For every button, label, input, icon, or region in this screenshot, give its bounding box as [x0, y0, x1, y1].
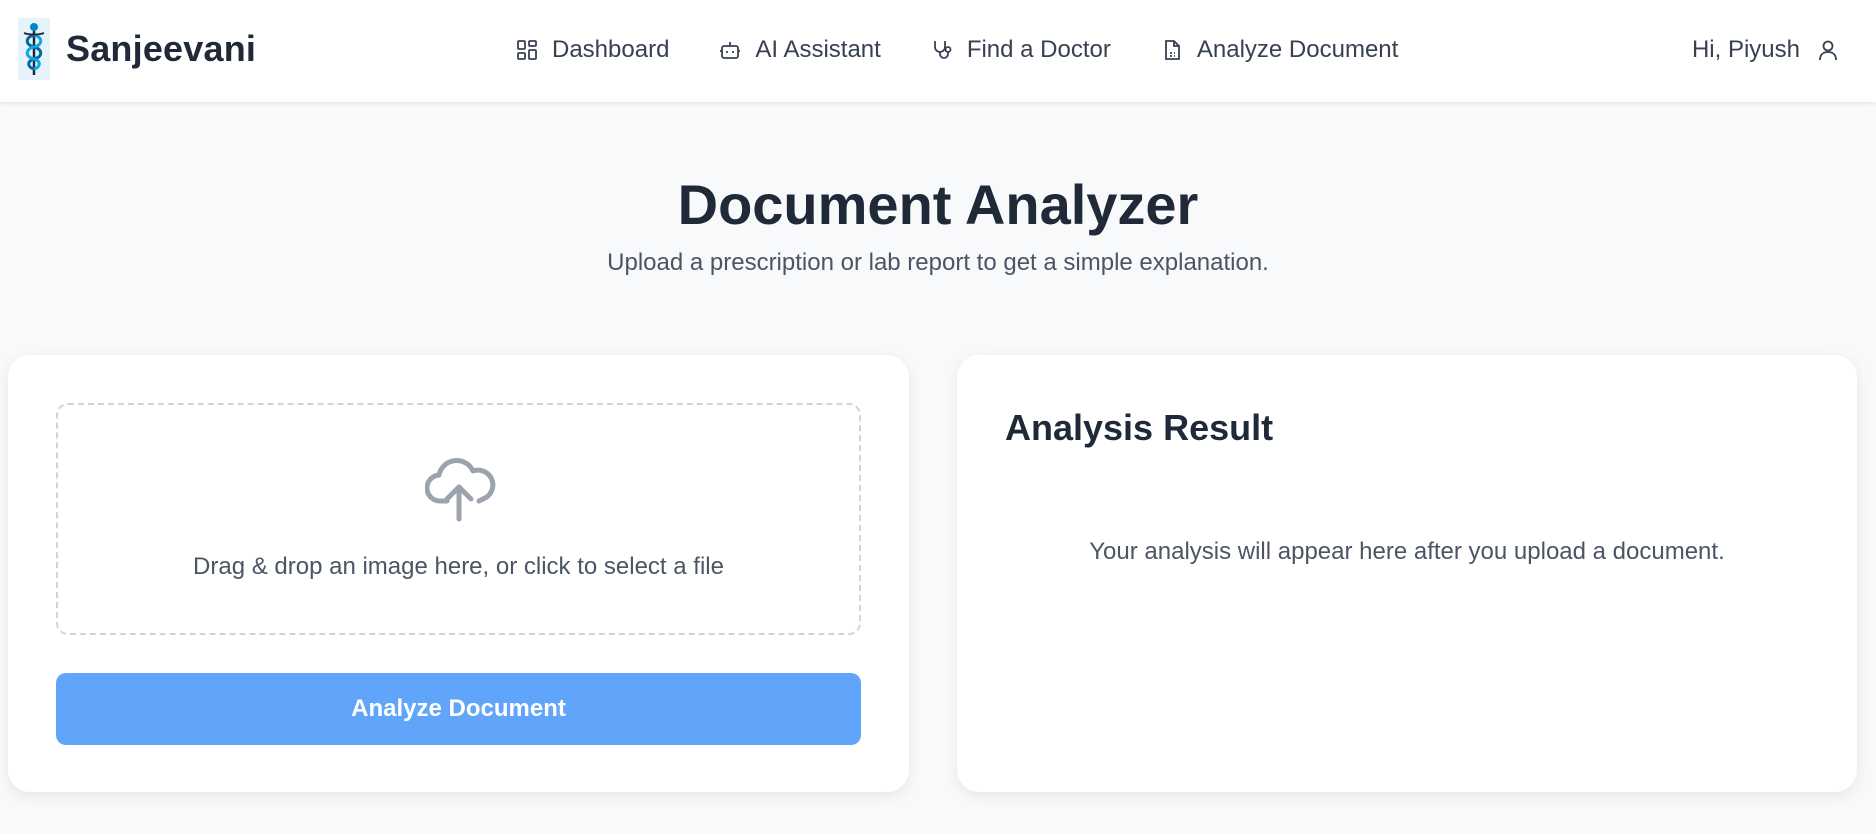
page-title: Document Analyzer [677, 173, 1199, 236]
cloud-upload-icon [424, 457, 497, 523]
user-greeting: Hi, Piyush [1691, 36, 1800, 63]
nav-item-dashboard[interactable]: Dashboard [514, 30, 669, 70]
file-dropzone[interactable]: Drag & drop an image here, or click to s… [56, 403, 861, 635]
grid-icon [514, 37, 540, 63]
dropzone-text: Drag & drop an image here, or click to s… [193, 553, 724, 580]
stethoscope-icon [929, 37, 955, 63]
nav-item-find-doctor[interactable]: Find a Doctor [929, 30, 1111, 70]
caduceus-icon [18, 18, 50, 80]
document-icon [1159, 37, 1185, 63]
top-navbar: Sanjeevani Dashboard AI Assistant Find a… [0, 0, 1876, 102]
nav-item-label: Find a Doctor [966, 36, 1111, 63]
user-icon [1814, 36, 1842, 64]
brand[interactable]: Sanjeevani [18, 18, 256, 80]
result-placeholder: Your analysis will appear here after you… [1089, 538, 1725, 565]
page-subtitle: Upload a prescription or lab report to g… [607, 249, 1269, 276]
nav-item-label: Dashboard [552, 36, 670, 63]
nav-item-label: AI Assistant [755, 36, 881, 63]
user-menu[interactable]: Hi, Piyush [1692, 30, 1842, 70]
nav-item-ai-assistant[interactable]: AI Assistant [717, 30, 881, 70]
robot-icon [717, 37, 743, 63]
upload-card: Drag & drop an image here, or click to s… [8, 355, 909, 792]
nav-item-label: Analyze Document [1196, 36, 1399, 63]
nav-item-analyze-document[interactable]: Analyze Document [1159, 30, 1398, 70]
brand-name: Sanjeevani [66, 28, 257, 69]
result-title: Analysis Result [1005, 407, 1274, 448]
analyze-document-button[interactable]: Analyze Document [56, 673, 861, 745]
analysis-result-card: Analysis Result Your analysis will appea… [957, 355, 1857, 792]
main-nav: Dashboard AI Assistant Find a Doctor Ana… [514, 30, 1398, 70]
